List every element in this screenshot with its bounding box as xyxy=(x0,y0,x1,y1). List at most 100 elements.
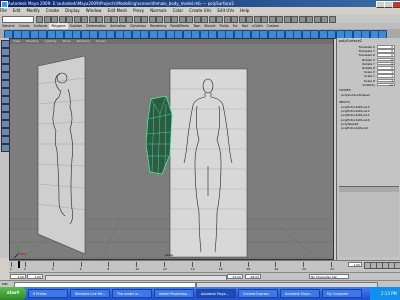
status-tool-icon[interactable] xyxy=(283,16,291,23)
status-tool-icon[interactable] xyxy=(36,16,43,23)
menu-item-display[interactable]: Display xyxy=(65,8,80,13)
menu-item-help[interactable]: Help xyxy=(240,8,249,13)
attribute-value-field[interactable]: 1 xyxy=(377,74,395,78)
viewport-menu-shading[interactable]: Shading xyxy=(26,39,38,43)
frame-tick-label: 16 xyxy=(218,267,223,271)
status-tool-icon[interactable] xyxy=(321,16,328,23)
attribute-value-field[interactable]: 1 xyxy=(377,78,395,82)
status-tool-icon[interactable] xyxy=(103,16,111,23)
menu-item-edit-uvs[interactable]: Edit UVs xyxy=(217,8,234,13)
status-tool-icon[interactable] xyxy=(178,16,186,23)
attribute-value-field[interactable]: 0 xyxy=(377,66,395,70)
status-tool-icon[interactable] xyxy=(193,16,201,23)
status-tool-icon[interactable] xyxy=(186,16,193,23)
status-tool-icon[interactable] xyxy=(231,16,238,23)
playback-start-field[interactable]: 1.00 xyxy=(27,274,43,279)
status-tool-icon[interactable] xyxy=(88,16,96,23)
attribute-value-field[interactable]: 0 xyxy=(377,45,395,49)
channel-attribute-row[interactable]: Visibility on xyxy=(339,82,397,87)
channel-box: polySurface2 Translate X 0 Translate Y 0 Tra… xyxy=(336,38,400,260)
taskbar-task-button[interactable]: My Computer xyxy=(322,289,362,298)
viewport-menu-show[interactable]: Show xyxy=(62,39,70,43)
character-set-dropdown[interactable]: No Character Set xyxy=(309,274,349,279)
attribute-value-field[interactable]: 1 xyxy=(377,70,395,74)
menu-item-normals[interactable]: Normals xyxy=(150,8,167,13)
status-tool-icon[interactable] xyxy=(306,16,313,23)
status-tool-icon[interactable] xyxy=(148,16,156,23)
playback-button[interactable] xyxy=(394,262,400,269)
status-tool-icon[interactable] xyxy=(111,16,118,23)
menu-item-edit-mesh[interactable]: Edit Mesh xyxy=(108,8,128,13)
input-node-item[interactable]: polyExtrudeFace9 xyxy=(341,126,368,130)
status-tool-icon[interactable] xyxy=(73,16,81,23)
status-tool-icon[interactable] xyxy=(313,16,321,23)
attribute-value-field[interactable]: 0 xyxy=(377,53,395,57)
status-tool-icon[interactable] xyxy=(118,16,126,23)
menu-item-color[interactable]: Color xyxy=(173,8,183,13)
channel-box-object-name[interactable]: polySurface2 xyxy=(339,39,362,43)
start-time-field[interactable]: 1.00 xyxy=(10,274,26,279)
status-tool-icon[interactable] xyxy=(268,16,276,23)
playback-end-field[interactable]: 24.00 xyxy=(227,274,243,279)
taskbar-task-button[interactable]: Adobe Photoshop... xyxy=(154,289,194,298)
menu-item-modify[interactable]: Modify xyxy=(26,8,39,13)
taskbar-task-button[interactable]: The model ia... xyxy=(112,289,152,298)
scene-canvas[interactable] xyxy=(10,44,334,260)
menu-item-proxy[interactable]: Proxy xyxy=(133,8,144,13)
current-time-indicator[interactable] xyxy=(18,261,20,268)
status-tool-icon[interactable] xyxy=(223,16,231,23)
mode-dropdown[interactable] xyxy=(2,15,34,23)
status-tool-icon[interactable] xyxy=(141,16,148,23)
menu-item-window[interactable]: Window xyxy=(86,8,102,13)
status-tool-icon[interactable] xyxy=(133,16,141,23)
status-tool-icon[interactable] xyxy=(208,16,216,23)
status-tool-icon[interactable] xyxy=(171,16,178,23)
status-tool-icon[interactable] xyxy=(246,16,253,23)
viewport-menu-renderer[interactable]: Renderer xyxy=(77,39,91,43)
shape-name[interactable]: polySurfaceShape2 xyxy=(341,93,370,97)
menu-item-file[interactable]: File xyxy=(0,8,7,13)
status-tool-icon[interactable] xyxy=(156,16,163,23)
status-tool-icon[interactable] xyxy=(291,16,298,23)
menu-item-create[interactable]: Create xyxy=(46,8,59,13)
menu-item-edit[interactable]: Edit xyxy=(13,8,21,13)
status-tool-icon[interactable] xyxy=(298,16,306,23)
window-title: Autodesk Maya 2009: E:\autodesk\Maya2009… xyxy=(8,1,234,6)
viewport-menu-view[interactable]: View xyxy=(13,39,20,43)
status-tool-icon[interactable] xyxy=(216,16,223,23)
status-tool-icon[interactable] xyxy=(253,16,261,23)
status-tool-icon[interactable] xyxy=(238,16,246,23)
status-tool-icon[interactable] xyxy=(43,16,51,23)
menu-item-create-uvs[interactable]: Create UVs xyxy=(189,8,211,13)
frame-tick-label: 22 xyxy=(302,267,306,271)
viewport-menu-panels[interactable]: Panels xyxy=(96,39,106,43)
status-tool-icon[interactable] xyxy=(261,16,268,23)
status-tool-icon[interactable] xyxy=(328,16,336,23)
status-tool-icon[interactable] xyxy=(96,16,103,23)
viewport-menu-lighting[interactable]: Lighting xyxy=(44,39,56,43)
attribute-value-field[interactable]: 0 xyxy=(377,57,395,61)
end-time-field[interactable]: 48.00 xyxy=(245,274,261,279)
taskbar-task-button[interactable]: 6 Firefox xyxy=(28,289,68,298)
taskbar-task-button[interactable]: Windows Live Me... xyxy=(70,289,110,298)
taskbar-task-button[interactable]: Autodesk Maya... xyxy=(280,289,320,298)
frame-tick-label: 12 xyxy=(163,267,167,271)
frame-tick-label: 24 xyxy=(330,267,334,271)
perspective-viewport[interactable]: View Shading Lighting Show Renderer Panels xyxy=(9,38,334,260)
status-tool-icon[interactable] xyxy=(163,16,171,23)
attribute-value-field[interactable]: 0 xyxy=(377,49,395,53)
status-tool-icon[interactable] xyxy=(276,16,283,23)
taskbar-task-button[interactable]: Outlook Express xyxy=(238,289,278,298)
status-tool-icon[interactable] xyxy=(66,16,73,23)
status-tool-icon[interactable] xyxy=(51,16,58,23)
status-tool-icon[interactable] xyxy=(126,16,133,23)
status-tool-icon[interactable] xyxy=(201,16,208,23)
attribute-value-field[interactable]: on xyxy=(377,82,395,86)
attribute-value-field[interactable]: 0 xyxy=(377,61,395,65)
frame-tick-label: 10 xyxy=(135,267,140,271)
current-frame-field[interactable]: 1.00 xyxy=(348,262,362,267)
status-tool-icon[interactable] xyxy=(81,16,88,23)
status-tool-icon[interactable] xyxy=(58,16,66,23)
taskbar-task-button[interactable]: Autodesk Maya... xyxy=(196,289,236,298)
start-button[interactable]: start xyxy=(0,287,26,300)
